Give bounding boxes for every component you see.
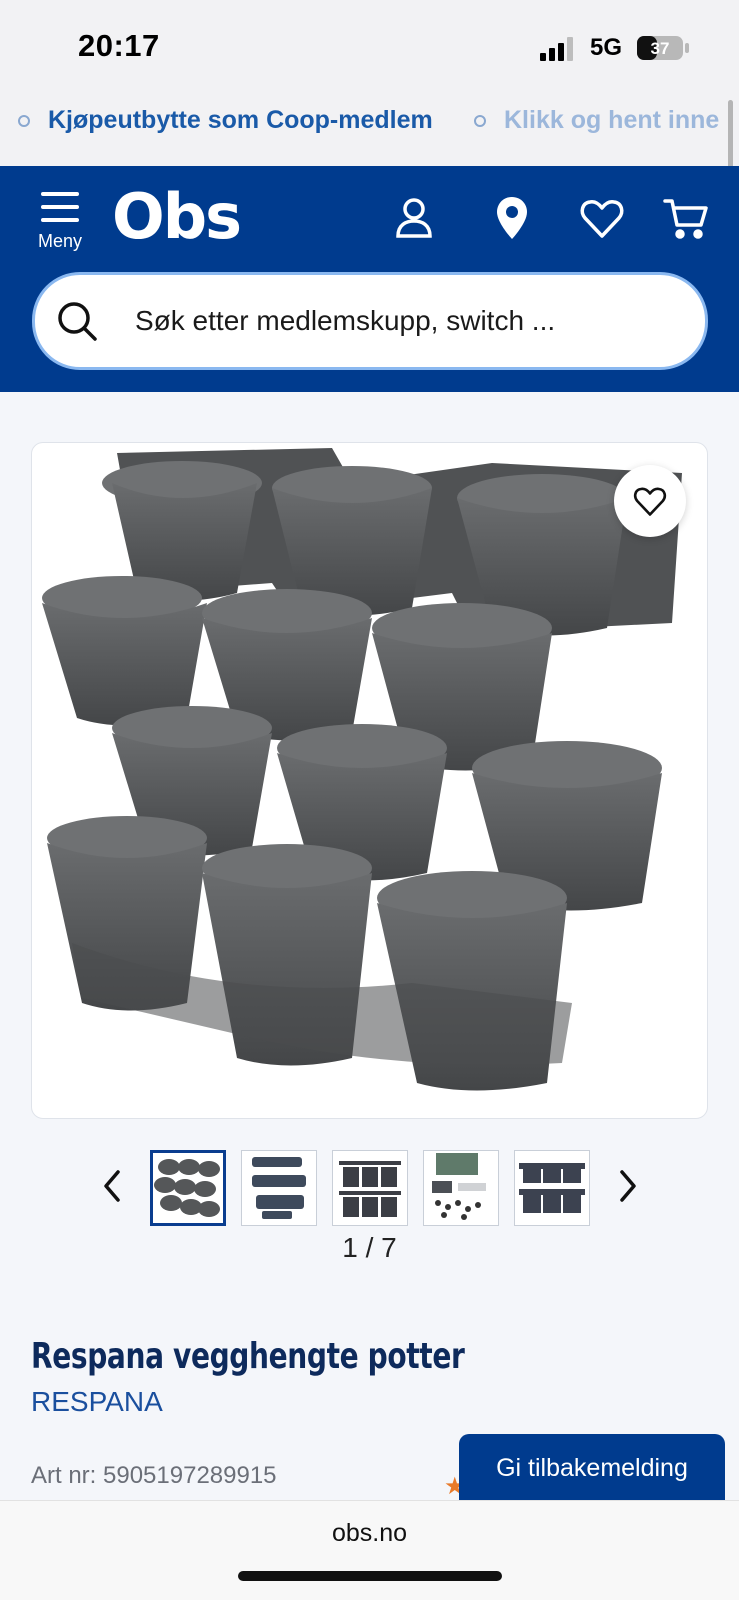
status-time: 20:17	[78, 28, 160, 63]
location-pin-icon[interactable]	[488, 194, 536, 242]
site-header: Meny Obs	[0, 166, 739, 392]
thumbnail-strip	[0, 1150, 739, 1226]
product-brand[interactable]: RESPANA	[31, 1386, 163, 1418]
cart-icon[interactable]	[662, 194, 710, 242]
feedback-button[interactable]: Gi tilbakemelding	[459, 1434, 725, 1502]
promo-item-membership[interactable]: Kjøpeutbytte som Coop-medlem	[18, 106, 433, 135]
heart-icon[interactable]	[578, 194, 626, 242]
promo-item-click-collect[interactable]: Klikk og hent inne	[474, 106, 719, 135]
search-bar[interactable]	[32, 272, 708, 370]
status-bar: 20:17 5G 37	[0, 0, 739, 96]
product-image[interactable]	[31, 442, 708, 1119]
battery-icon: 37	[637, 36, 689, 60]
menu-button[interactable]: Meny	[28, 192, 92, 258]
battery-level: 37	[651, 39, 670, 58]
heart-icon	[633, 487, 667, 516]
chevron-right-icon[interactable]	[608, 1164, 648, 1208]
product-title: Respana vegghengte potter	[31, 1336, 465, 1377]
promo-text: Klikk og hent inne	[504, 106, 720, 134]
search-input[interactable]	[135, 305, 675, 337]
browser-url-bar[interactable]: obs.no	[0, 1500, 739, 1600]
signal-icon	[540, 37, 573, 61]
search-icon[interactable]	[55, 299, 99, 343]
thumbnail-4[interactable]	[423, 1150, 499, 1226]
network-label: 5G	[590, 34, 623, 61]
bullet-icon	[474, 114, 486, 127]
chevron-left-icon[interactable]	[92, 1164, 132, 1208]
promo-text: Kjøpeutbytte som Coop-medlem	[48, 106, 433, 134]
user-icon[interactable]	[390, 194, 438, 242]
hamburger-icon	[28, 192, 92, 222]
thumbnail-1[interactable]	[150, 1150, 226, 1226]
article-number: Art nr: 5905197289915	[31, 1462, 277, 1489]
image-counter: 1 / 7	[342, 1232, 397, 1263]
menu-label: Meny	[37, 231, 82, 251]
home-indicator[interactable]	[238, 1571, 502, 1581]
thumbnail-2[interactable]	[241, 1150, 317, 1226]
promo-ticker: Kjøpeutbytte som Coop-medlem Klikk og he…	[0, 96, 739, 166]
thumbnail-5[interactable]	[514, 1150, 590, 1226]
obs-logo[interactable]: Obs	[112, 180, 242, 253]
favorite-button[interactable]	[614, 465, 686, 537]
url-text[interactable]: obs.no	[0, 1519, 739, 1548]
page: 20:17 5G 37 Kjøpeutbytte som Coop-medlem…	[0, 0, 739, 1600]
bullet-icon	[18, 114, 30, 127]
thumbnail-3[interactable]	[332, 1150, 408, 1226]
product-photo	[42, 448, 682, 1091]
